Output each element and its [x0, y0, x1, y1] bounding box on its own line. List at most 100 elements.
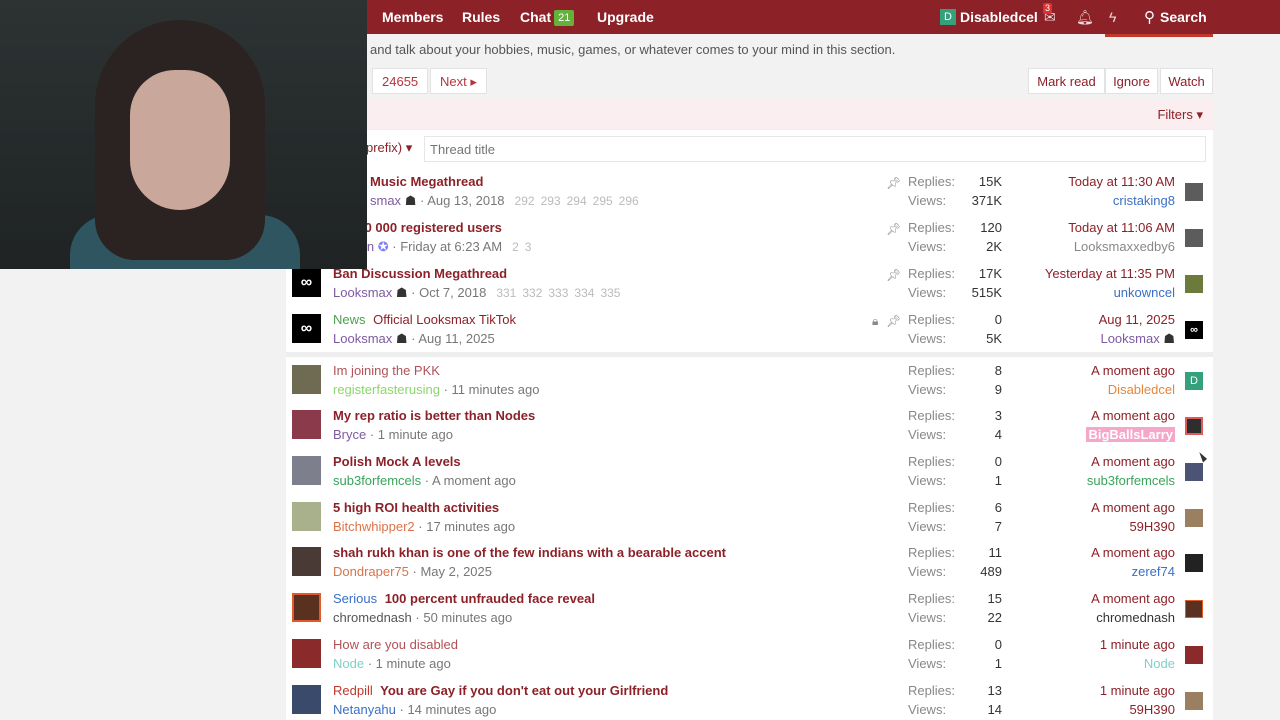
- bell-icon[interactable]: 🔔︎: [1076, 0, 1094, 34]
- thread-prefix[interactable]: Redpill: [333, 683, 373, 698]
- avatar[interactable]: [292, 685, 321, 714]
- last-post-time[interactable]: A moment ago: [1091, 500, 1175, 515]
- last-post-time[interactable]: A moment ago: [1091, 454, 1175, 469]
- nav-rules[interactable]: Rules: [462, 0, 500, 34]
- last-post-time[interactable]: Today at 11:30 AM: [1068, 174, 1175, 189]
- last-post-user[interactable]: Looksmaxxedby6: [1074, 239, 1175, 254]
- thread-author[interactable]: Looksmax: [333, 285, 392, 300]
- last-post-time[interactable]: Yesterday at 11:35 PM: [1045, 266, 1175, 281]
- thread-row[interactable]: Redpill You are Gay if you don't eat out…: [286, 679, 1213, 720]
- thread-title[interactable]: Redpill You are Gay if you don't eat out…: [333, 683, 668, 698]
- thread-title[interactable]: shah rukh khan is one of the few indians…: [333, 545, 726, 560]
- next-page-button[interactable]: Next ▸: [430, 68, 487, 94]
- thread-title-input[interactable]: [424, 136, 1206, 162]
- thread-title[interactable]: Music Megathread: [370, 174, 483, 189]
- nav-chat[interactable]: Chat 21: [520, 0, 575, 34]
- post-thread-button-edge[interactable]: [1105, 34, 1213, 37]
- avatar[interactable]: [292, 365, 321, 394]
- thread-author[interactable]: smax: [370, 193, 401, 208]
- thread-author[interactable]: sub3forfemcels: [333, 473, 421, 488]
- last-post-user[interactable]: sub3forfemcels: [1087, 473, 1175, 488]
- thread-row[interactable]: My rep ratio is better than Nodes Bryce …: [286, 404, 1213, 450]
- thread-author[interactable]: Bitchwhipper2: [333, 519, 415, 534]
- sticky-thread[interactable]: Music Megathread smax ☗ · Aug 13, 2018 29…: [286, 170, 1213, 216]
- thread-prefix[interactable]: News: [333, 312, 366, 327]
- last-post-user[interactable]: BigBallsLarry: [1086, 427, 1175, 442]
- avatar[interactable]: [292, 547, 321, 576]
- last-post-user[interactable]: Looksmax ☗: [1100, 331, 1175, 347]
- thread-author[interactable]: chromednash: [333, 610, 412, 625]
- nav-upgrade[interactable]: Upgrade: [597, 0, 654, 34]
- page-link[interactable]: 2: [512, 240, 519, 254]
- avatar[interactable]: [1185, 417, 1203, 435]
- avatar[interactable]: [1185, 463, 1203, 481]
- avatar[interactable]: [1185, 600, 1203, 618]
- last-post-user[interactable]: Node: [1144, 656, 1175, 671]
- sticky-thread[interactable]: ∞ News Official Looksmax TikTok Looksmax…: [286, 308, 1213, 354]
- thread-author[interactable]: Dondraper75: [333, 564, 409, 579]
- last-post-user[interactable]: chromednash: [1096, 610, 1175, 625]
- thread-author[interactable]: Bryce: [333, 427, 366, 442]
- mark-read-button[interactable]: Mark read: [1028, 68, 1105, 94]
- thread-row[interactable]: shah rukh khan is one of the few indians…: [286, 541, 1213, 587]
- sticky-thread[interactable]: ∞ Ban Discussion Megathread Looksmax ☗ ·…: [286, 262, 1213, 308]
- avatar[interactable]: [1185, 646, 1203, 664]
- last-post-time[interactable]: 1 minute ago: [1100, 683, 1175, 698]
- thread-author[interactable]: Looksmax: [333, 331, 392, 346]
- search-button[interactable]: ⚲ Search: [1144, 0, 1207, 34]
- avatar[interactable]: [1185, 554, 1203, 572]
- avatar[interactable]: [1185, 229, 1203, 247]
- page-last-button[interactable]: 24655: [372, 68, 429, 94]
- thread-title[interactable]: My rep ratio is better than Nodes: [333, 408, 535, 423]
- ignore-button[interactable]: Ignore: [1105, 68, 1158, 94]
- nav-members[interactable]: Members: [382, 0, 443, 34]
- avatar[interactable]: ∞: [1185, 321, 1203, 339]
- avatar[interactable]: [292, 410, 321, 439]
- last-post-user[interactable]: zeref74: [1132, 564, 1175, 579]
- thread-title[interactable]: How are you disabled: [333, 637, 458, 652]
- page-link[interactable]: 334: [574, 286, 594, 300]
- sticky-thread[interactable]: s 100 000 registered users in ✪ · Friday…: [286, 216, 1213, 262]
- account-menu[interactable]: D Disabledcel: [940, 0, 1038, 34]
- thread-row[interactable]: How are you disabled Node · 1 minute ago…: [286, 633, 1213, 679]
- thread-row[interactable]: Polish Mock A levels sub3forfemcels · A …: [286, 450, 1213, 496]
- avatar[interactable]: [292, 502, 321, 531]
- thread-title[interactable]: News Official Looksmax TikTok: [333, 312, 516, 327]
- avatar[interactable]: ∞: [292, 314, 321, 343]
- page-link[interactable]: 332: [522, 286, 542, 300]
- page-link[interactable]: 296: [619, 194, 639, 208]
- thread-row[interactable]: Im joining the PKK registerfasterusing ·…: [286, 359, 1213, 405]
- avatar[interactable]: [1185, 275, 1203, 293]
- page-link[interactable]: 292: [515, 194, 535, 208]
- last-post-user[interactable]: 59H390: [1129, 519, 1175, 534]
- watch-button[interactable]: Watch: [1160, 68, 1213, 94]
- avatar[interactable]: [292, 639, 321, 668]
- last-post-time[interactable]: A moment ago: [1091, 363, 1175, 378]
- last-post-user[interactable]: Disabledcel: [1108, 382, 1175, 397]
- avatar[interactable]: [1185, 509, 1203, 527]
- last-post-time[interactable]: A moment ago: [1091, 545, 1175, 560]
- thread-title[interactable]: Polish Mock A levels: [333, 454, 461, 469]
- last-post-user[interactable]: 59H390: [1129, 702, 1175, 717]
- last-post-time[interactable]: A moment ago: [1091, 591, 1175, 606]
- page-link[interactable]: 3: [525, 240, 532, 254]
- last-post-time[interactable]: Aug 11, 2025: [1099, 312, 1175, 327]
- lightning-icon[interactable]: ϟ: [1109, 0, 1116, 34]
- page-link[interactable]: 295: [593, 194, 613, 208]
- thread-author[interactable]: Netanyahu: [333, 702, 396, 717]
- thread-author[interactable]: registerfasterusing: [333, 382, 440, 397]
- last-post-time[interactable]: A moment ago: [1091, 408, 1175, 423]
- thread-title[interactable]: 5 high ROI health activities: [333, 500, 499, 515]
- thread-author[interactable]: Node: [333, 656, 364, 671]
- page-link[interactable]: 331: [496, 286, 516, 300]
- thread-row[interactable]: Serious 100 percent unfrauded face revea…: [286, 587, 1213, 633]
- avatar[interactable]: [292, 593, 321, 622]
- page-link[interactable]: 294: [567, 194, 587, 208]
- last-post-time[interactable]: 1 minute ago: [1100, 637, 1175, 652]
- page-link[interactable]: 335: [600, 286, 620, 300]
- avatar[interactable]: [292, 456, 321, 485]
- last-post-user[interactable]: cristaking8: [1113, 193, 1175, 208]
- thread-title[interactable]: Im joining the PKK: [333, 363, 440, 378]
- avatar[interactable]: ∞: [292, 268, 321, 297]
- page-link[interactable]: 293: [541, 194, 561, 208]
